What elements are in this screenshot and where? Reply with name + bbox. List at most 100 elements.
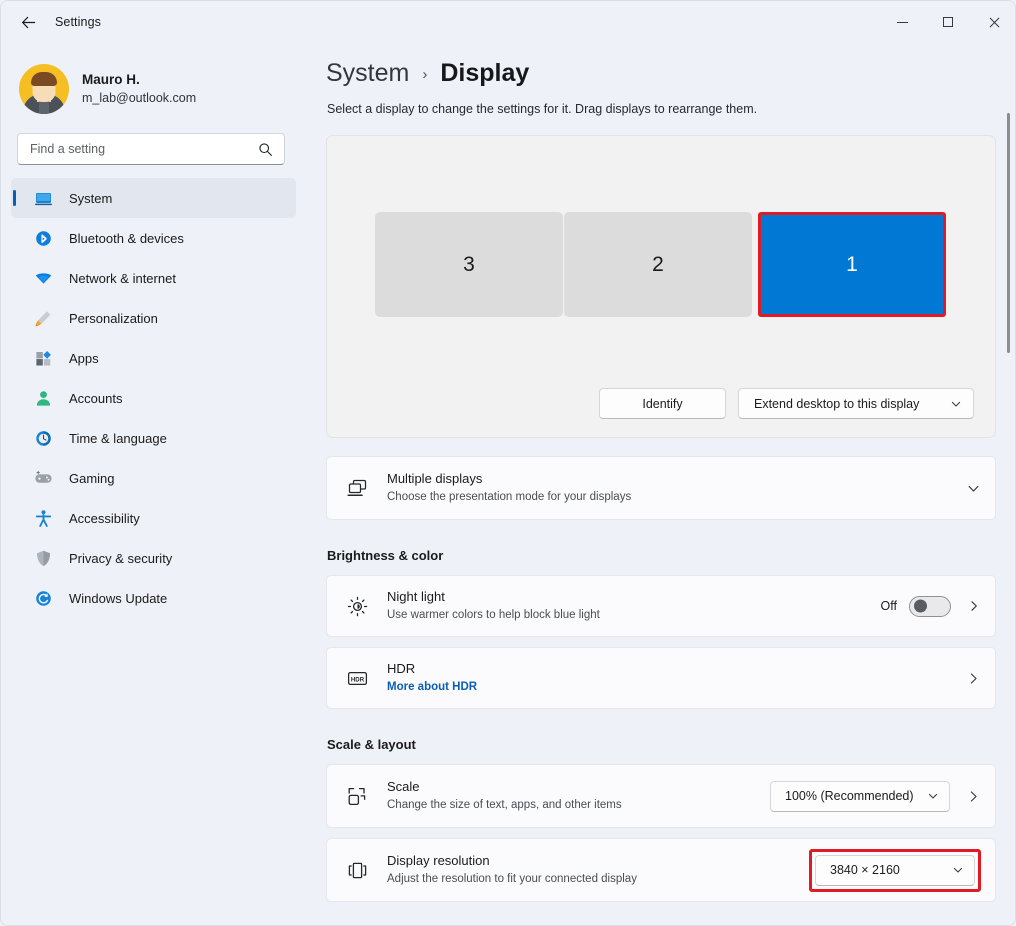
close-icon [988, 16, 1000, 28]
monitor-3[interactable]: 3 [375, 212, 563, 317]
display-resolution-title: Display resolution [387, 852, 490, 868]
chevron-down-icon [950, 398, 962, 410]
monitor-label: 3 [463, 252, 475, 276]
chevron-down-icon[interactable] [966, 481, 981, 496]
identify-button[interactable]: Identify [599, 388, 726, 419]
chevron-down-icon [927, 790, 939, 802]
scale-subtitle: Change the size of text, apps, and other… [387, 799, 622, 812]
display-resolution-subtitle: Adjust the resolution to fit your connec… [387, 873, 637, 886]
sidebar-item-label: Accessibility [69, 510, 140, 526]
apps-icon [33, 348, 53, 368]
monitor-2[interactable]: 2 [564, 212, 752, 317]
account-block[interactable]: Mauro H. m_lab@outlook.com [1, 43, 301, 121]
multiple-displays-subtitle: Choose the presentation mode for your di… [387, 491, 632, 504]
breadcrumb: System › Display [301, 43, 1015, 88]
back-button[interactable] [11, 7, 45, 37]
scale-row[interactable]: Scale Change the size of text, apps, and… [326, 764, 996, 828]
multiple-displays-title: Multiple displays [387, 470, 483, 486]
display-resolution-row[interactable]: Display resolution Adjust the resolution… [326, 838, 996, 902]
back-arrow-icon [21, 16, 35, 28]
scale-icon [342, 781, 372, 811]
bluetooth-icon [33, 228, 53, 248]
sidebar-item-label: Apps [69, 350, 99, 366]
multiple-displays-row[interactable]: Multiple displays Choose the presentatio… [326, 456, 996, 520]
sidebar-item-label: Time & language [69, 430, 167, 446]
monitor-list: 3 2 1 [375, 212, 946, 317]
night-light-row[interactable]: Night light Use warmer colors to help bl… [326, 575, 996, 637]
breadcrumb-separator-icon: › [422, 66, 428, 83]
person-icon [33, 388, 53, 408]
sidebar-item-system[interactable]: System [11, 178, 296, 218]
monitor-1[interactable]: 1 [758, 212, 946, 317]
sidebar-item-personalization[interactable]: Personalization [11, 298, 296, 338]
sidebar-item-time-language[interactable]: Time & language [11, 418, 296, 458]
display-resolution-dropdown[interactable]: 3840 × 2160 [815, 854, 975, 886]
page-subtitle: Select a display to change the settings … [327, 102, 758, 116]
hdr-icon: HDR [342, 663, 372, 693]
monitor-label: 1 [846, 252, 858, 276]
chevron-right-icon[interactable] [962, 671, 981, 686]
night-light-state-label: Off [880, 599, 897, 613]
main-content: System › Display Select a display to cha… [301, 43, 1015, 925]
display-mode-value: Extend desktop to this display [754, 396, 920, 411]
night-light-icon [342, 591, 372, 621]
multiple-displays-icon [342, 473, 372, 503]
caption-buttons [879, 1, 1015, 43]
sidebar-item-label: Privacy & security [69, 550, 173, 566]
scale-dropdown[interactable]: 100% (Recommended) [770, 780, 950, 812]
sidebar-item-label: Bluetooth & devices [69, 230, 184, 246]
gamepad-icon [33, 468, 53, 488]
window-title: Settings [55, 15, 101, 29]
wifi-icon [33, 268, 53, 288]
sidebar-item-label: Network & internet [69, 270, 176, 286]
account-email: m_lab@outlook.com [82, 91, 197, 106]
account-name: Mauro H. [82, 71, 140, 87]
sidebar-item-bluetooth-devices[interactable]: Bluetooth & devices [11, 218, 296, 258]
breadcrumb-system[interactable]: System [326, 59, 409, 88]
maximize-icon [943, 17, 953, 27]
minimize-button[interactable] [879, 1, 925, 43]
accessibility-icon [33, 508, 53, 528]
chevron-right-icon[interactable] [963, 599, 981, 613]
search-box[interactable] [17, 133, 285, 165]
display-resolution-value: 3840 × 2160 [830, 863, 900, 877]
sidebar-item-privacy-security[interactable]: Privacy & security [11, 538, 296, 578]
hdr-title: HDR [387, 660, 416, 676]
scrollbar-thumb[interactable] [1007, 113, 1010, 353]
display-mode-dropdown[interactable]: Extend desktop to this display [738, 388, 974, 419]
sidebar-item-apps[interactable]: Apps [11, 338, 296, 378]
night-light-toggle[interactable] [909, 595, 951, 617]
resolution-icon [342, 855, 372, 885]
scale-value: 100% (Recommended) [785, 789, 914, 803]
monitor-label: 2 [652, 252, 664, 276]
sidebar-item-label: Windows Update [69, 590, 168, 606]
close-button[interactable] [971, 1, 1015, 43]
page-title: Display [440, 59, 530, 87]
maximize-button[interactable] [925, 1, 971, 43]
brightness-section-heading: Brightness & color [327, 548, 444, 563]
arrangement-actions: Identify Extend desktop to this display [599, 388, 974, 419]
display-resolution-highlight: 3840 × 2160 [809, 848, 981, 892]
sidebar: Mauro H. m_lab@outlook.com Find a settin… [1, 43, 301, 925]
sidebar-item-windows-update[interactable]: Windows Update [11, 578, 296, 618]
sidebar-item-label: Gaming [69, 470, 115, 486]
hdr-link[interactable]: More about HDR [387, 680, 962, 695]
sidebar-item-accounts[interactable]: Accounts [11, 378, 296, 418]
sidebar-item-label: Personalization [69, 310, 158, 326]
sidebar-item-gaming[interactable]: Gaming [11, 458, 296, 498]
night-light-subtitle: Use warmer colors to help block blue lig… [387, 609, 600, 622]
sidebar-item-network-internet[interactable]: Network & internet [11, 258, 296, 298]
sidebar-item-label: Accounts [69, 390, 123, 406]
night-light-title: Night light [387, 588, 445, 604]
chevron-down-icon [952, 864, 964, 876]
search-input[interactable] [18, 142, 258, 156]
sidebar-item-accessibility[interactable]: Accessibility [11, 498, 296, 538]
main-scrollbar[interactable] [1002, 45, 1013, 925]
svg-text:HDR: HDR [350, 676, 364, 683]
update-icon [33, 588, 53, 608]
clock-icon [33, 428, 53, 448]
shield-icon [33, 548, 53, 568]
hdr-row[interactable]: HDR HDR More about HDR [326, 647, 996, 709]
brush-icon [33, 308, 53, 328]
chevron-right-icon[interactable] [962, 789, 981, 804]
